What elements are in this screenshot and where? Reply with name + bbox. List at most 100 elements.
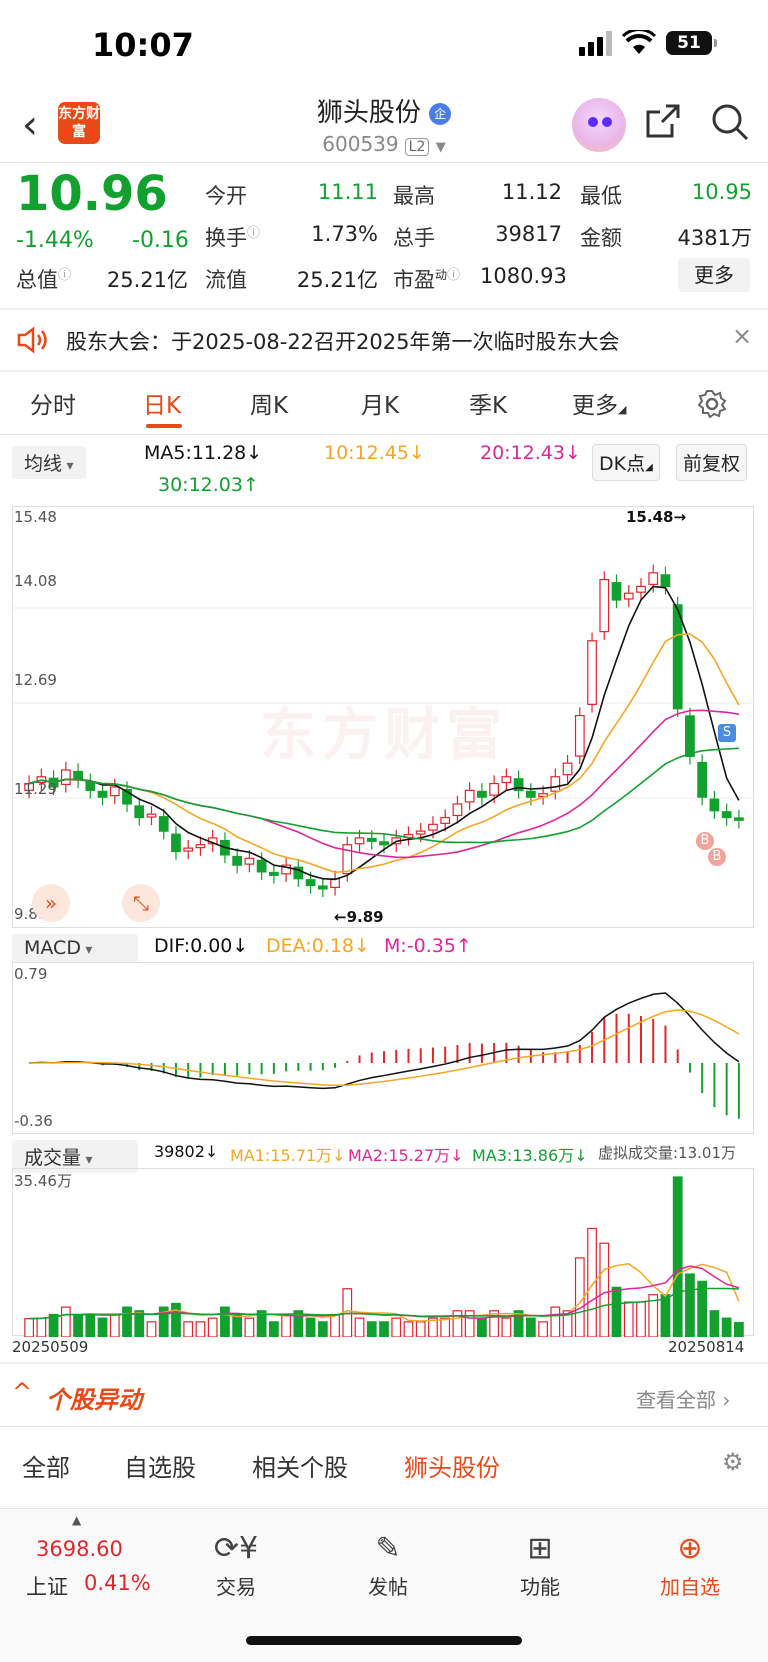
end-date: 20250814 [668,1338,745,1356]
stock-header: ‹ 东方财富 狮头股份 企 600539 L2 ▼ [0,90,768,162]
volume-bar [599,1242,610,1338]
candle [550,776,561,792]
more-quote-button[interactable]: 更多 [678,258,750,292]
index-value[interactable]: 3698.60 [36,1537,123,1561]
settings-gear-icon[interactable] [696,388,728,420]
info-icon[interactable]: ⓘ [247,226,260,241]
open-value: 11.11 [317,180,378,204]
trade-button[interactable]: ⟳¥ 交易 [186,1531,286,1600]
macd-svg [29,992,740,1119]
volume-bar [721,1317,732,1338]
macd-selector[interactable]: MACD [12,934,138,962]
y-label-4: 11.29 [14,780,57,798]
collapse-chevron-icon[interactable]: ^ [12,1378,32,1406]
macd-chart[interactable] [12,962,754,1134]
tab-monthly-k[interactable]: 月K [361,386,399,420]
info-icon[interactable]: ⓘ [447,268,460,283]
index-caret-icon: ▲ [72,1513,82,1527]
volume-bar [733,1321,744,1338]
dk-point-button[interactable]: DK点◢ [592,444,660,481]
candle [305,879,316,887]
candle [648,572,659,585]
candle [60,769,71,786]
volume-bar [525,1317,536,1338]
volume-bar [440,1317,451,1338]
candle [721,811,732,819]
chevron-down-icon: ▼ [435,140,446,155]
expand-left-icon[interactable]: » [32,884,70,922]
candle [158,816,169,832]
index-percent[interactable]: 0.41% [84,1571,151,1595]
tab-more[interactable]: 更多◢ [572,386,626,420]
tab-daily-k[interactable]: 日K [143,386,181,420]
volume-bar [379,1321,389,1338]
candle [379,841,389,846]
search-icon[interactable] [710,102,750,142]
movers-tab-all[interactable]: 全部 [22,1448,70,1483]
volume-value: 39817 [495,222,562,246]
volume-current: 39802↓ [154,1142,219,1161]
adjust-button[interactable]: 前复权 [676,444,748,481]
post-button[interactable]: ✎ 发帖 [338,1531,438,1600]
volume-bar [672,1176,683,1338]
info-icon[interactable]: ⓘ [58,268,71,283]
index-name[interactable]: 上证 [26,1571,68,1601]
candle [587,640,597,705]
candle [611,582,622,601]
turnover-label: 换手ⓘ [205,226,261,250]
tab-quarterly-k[interactable]: 季K [469,386,507,420]
volume-y-top: 35.46万 [14,1172,72,1190]
volume-bar [464,1310,475,1338]
movers-header[interactable]: ^ 个股异动 查看全部 › [0,1366,768,1426]
low-price-mark: ←9.89 [334,908,384,926]
volume-bar [146,1321,157,1338]
volume-bar [122,1306,132,1338]
enterprise-badge: 企 [429,102,452,125]
status-bar: 10:07 51 [0,0,768,90]
movers-settings-gear-icon[interactable]: ⚙ [722,1448,744,1476]
buy-signal-badge-2[interactable]: B [708,848,726,866]
functions-button[interactable]: ⊞ 功能 [490,1531,590,1600]
movers-tab-watchlist[interactable]: 自选股 [124,1448,196,1483]
volume-chart[interactable] [12,1168,754,1338]
notice-bar[interactable]: 股东大会：于2025-08-22召开2025年第一次临时股东大会 × [0,310,768,370]
ai-assistant-avatar[interactable] [572,98,626,152]
candle [134,805,145,819]
signal-icon [579,30,612,56]
high-value: 11.12 [501,180,562,204]
volume-bar [220,1306,230,1338]
tab-weekly-k[interactable]: 周K [250,386,288,420]
view-all-link[interactable]: 查看全部 › [636,1384,730,1413]
candle [623,592,634,600]
watermark-logo: 东方财富 [260,703,508,768]
notice-text: 股东大会：于2025-08-22召开2025年第一次临时股东大会 [66,330,620,354]
buy-signal-badge[interactable]: B [696,832,714,850]
volume-bar [317,1321,328,1338]
active-tab-indicator [146,424,182,428]
stock-name: 狮头股份 [316,98,421,128]
volume-bar [623,1301,634,1338]
volume-bar [611,1286,622,1338]
ma-selector[interactable]: 均线 [12,446,86,479]
volume-bar [587,1227,597,1338]
close-icon[interactable]: × [732,322,752,350]
candle [415,830,426,835]
fullscreen-icon[interactable]: ⤡ [122,884,160,922]
tab-intraday[interactable]: 分时 [30,386,76,420]
volume-bar [36,1317,47,1338]
movers-tab-related[interactable]: 相关个股 [252,1448,348,1483]
volume-bar [415,1321,426,1338]
volume-bar [452,1310,463,1338]
candle [428,823,438,831]
high-price-mark: 15.48→ [626,508,687,526]
share-icon[interactable] [644,102,682,140]
movers-tab-stock[interactable]: 狮头股份 [404,1448,500,1483]
low-label: 最低 [580,184,622,208]
volume-ma3: MA3:13.86万↓ [472,1146,588,1165]
candle [195,844,206,849]
add-watchlist-button[interactable]: ⊕ 加自选 [640,1531,740,1600]
sell-signal-badge[interactable]: S [718,724,736,742]
y-label-3: 12.69 [14,671,57,689]
volume-bar [354,1317,365,1338]
candle [477,790,487,798]
